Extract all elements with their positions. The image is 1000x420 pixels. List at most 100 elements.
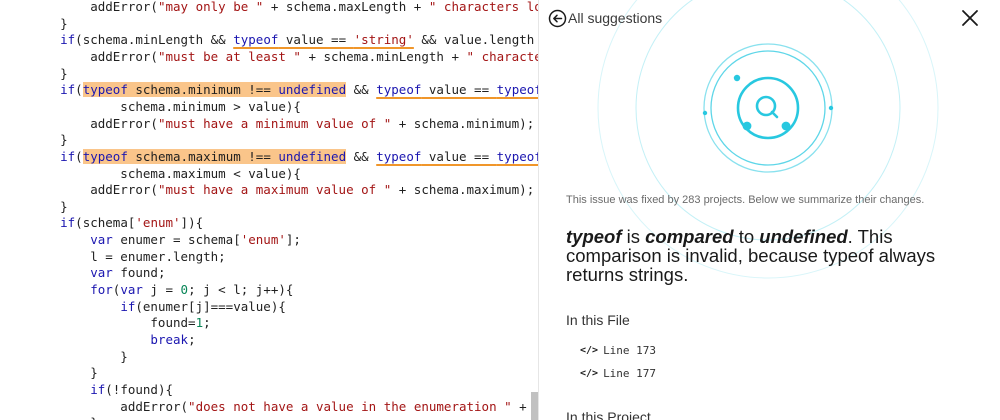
code-token: typeof: [376, 148, 422, 164]
code-line: }: [30, 16, 68, 32]
desc-target: undefined: [759, 226, 848, 247]
code-token: schema.minimum > value){: [30, 98, 301, 114]
in-this-project-heading: In this Project: [566, 409, 651, 420]
code-token: ; j < l; j++){: [188, 282, 294, 298]
code-line: break;: [30, 332, 196, 348]
code-token: if: [60, 148, 76, 164]
code-token: if: [90, 381, 106, 397]
code-token: + schema.minimum);: [391, 115, 535, 131]
code-token: }: [30, 132, 68, 148]
back-arrow-circle-icon: [548, 9, 567, 27]
code-line: addError("does not have a value in the e…: [30, 399, 538, 415]
code-line: addError("must have a maximum value of "…: [30, 182, 534, 198]
code-token: ;: [203, 315, 211, 331]
file-link-line-177[interactable]: </> Line 177: [580, 365, 656, 381]
code-line: addError("must be at least " + schema.mi…: [30, 49, 538, 65]
code-token: + schema.maximum);: [391, 182, 535, 198]
code-line: var found;: [30, 265, 165, 281]
code-token: var: [90, 232, 113, 248]
code-token: && value.length < s: [421, 32, 535, 48]
code-token: found=: [30, 315, 196, 331]
code-token: ];: [285, 232, 301, 248]
code-token: l = enumer.length;: [30, 248, 226, 264]
code-token: schema.minimum !==: [127, 82, 279, 98]
code-editor[interactable]: addError("may only be " + schema.maxLeng…: [0, 0, 538, 420]
code-line: for(var j = 0; j < l; j++){: [30, 282, 293, 298]
desc-word: is: [621, 226, 646, 247]
code-token: typeof: [496, 148, 538, 164]
code-token: if: [60, 82, 76, 98]
code-line: }: [30, 132, 68, 148]
desc-word: to: [733, 226, 760, 247]
close-button[interactable]: [960, 8, 980, 28]
file-link-line-173[interactable]: </> Line 173: [580, 342, 656, 358]
code-token: (enumer[j]===value){: [135, 298, 286, 314]
code-line: schema.minimum > value){: [30, 99, 301, 115]
code-token: addError(: [30, 398, 189, 414]
code-token: &&: [346, 82, 377, 98]
code-line: }: [30, 365, 98, 381]
code-token: break: [150, 332, 189, 347]
code-line: }: [30, 349, 128, 365]
code-token: j =: [142, 282, 181, 298]
all-suggestions-button[interactable]: All suggestions: [548, 8, 662, 28]
code-line: if(enumer[j]===value){: [30, 299, 286, 315]
code-line: addError("must have a minimum value of "…: [30, 116, 534, 132]
code-tag-icon: </>: [580, 344, 599, 356]
code-token: typeof: [233, 32, 279, 48]
code-line: found=1;: [30, 315, 211, 331]
code-token: value ==: [421, 82, 497, 98]
file-link-label: Line 177: [603, 366, 657, 380]
code-token: "must have a maximum value of ": [157, 182, 392, 198]
code-token: " characters: [466, 48, 538, 64]
code-token: 'enum': [240, 232, 286, 248]
code-line: }: [30, 415, 98, 420]
code-token: }: [30, 65, 68, 81]
code-line: if(!found){: [30, 382, 173, 398]
code-tag-icon: </>: [580, 367, 599, 379]
search-magnifier-orbit-icon: [702, 74, 834, 140]
code-token: 'string': [353, 32, 414, 48]
code-token: schema.maximum < value){: [30, 165, 301, 181]
code-token: + schema.maxLength +: [263, 0, 429, 14]
code-token: (: [75, 82, 83, 98]
fix-count-text: This issue was fixed by 283 projects. Be…: [566, 194, 925, 206]
code-token: typeof: [82, 148, 128, 164]
code-token: addError(: [30, 115, 158, 131]
code-line: var enumer = schema['enum'];: [30, 232, 301, 248]
code-token: undefined: [278, 148, 347, 164]
code-token: "may only be ": [157, 0, 264, 14]
code-token: " characters long": [428, 0, 538, 14]
in-this-file-heading: In this File: [566, 312, 630, 328]
editor-scrollbar-thumb[interactable]: [531, 392, 538, 420]
code-token: addError(: [30, 182, 158, 198]
all-suggestions-label: All suggestions: [568, 10, 663, 26]
code-token: schema.maximum !==: [127, 148, 279, 164]
code-token: ;: [188, 332, 196, 347]
code-token: var: [90, 265, 113, 281]
code-token: (schema[: [75, 215, 136, 231]
code-line: }: [30, 66, 68, 82]
code-line: if(typeof schema.maximum !== undefined &…: [30, 148, 538, 165]
code-token: for: [90, 282, 113, 298]
code-token: 'enum': [135, 215, 181, 231]
code-line: l = enumer.length;: [30, 248, 226, 265]
code-token: var: [120, 282, 143, 298]
code-token: typeof: [82, 82, 128, 98]
suggestion-panel: All suggestions This issue was fixed by …: [539, 0, 1000, 420]
code-token: value ==: [421, 148, 497, 164]
code-token: addError(: [30, 48, 158, 64]
code-token: (schema.minLength &&: [75, 32, 234, 48]
code-line: addError("may only be " + schema.maxLeng…: [30, 0, 538, 15]
code-token: addError(: [30, 0, 158, 14]
issue-description: typeof is compared to undefined. This co…: [566, 227, 976, 284]
code-token: enumer = schema[: [112, 232, 241, 248]
code-token: &&: [346, 148, 377, 164]
code-token: 0: [180, 282, 189, 298]
